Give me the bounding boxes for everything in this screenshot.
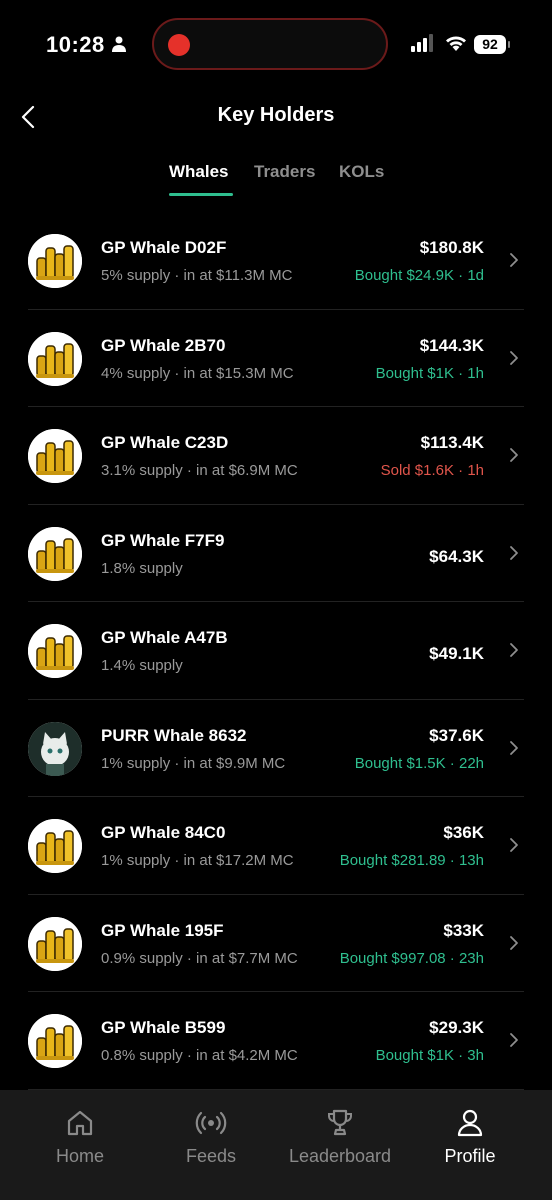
holder-activity: Bought $281.89 · 13h (339, 852, 484, 869)
cellular-signal-icon (411, 34, 433, 52)
gold-coins-icon (28, 429, 82, 483)
person-icon (112, 36, 126, 52)
wifi-icon (446, 36, 466, 51)
holder-name: GP Whale 195F (101, 920, 224, 940)
active-tab-indicator (169, 193, 233, 196)
holder-row[interactable]: PURR Whale 8632 1% supply · in at $9.9M … (0, 700, 552, 797)
tab-traders[interactable]: Traders (254, 162, 315, 182)
chevron-right-icon (510, 740, 518, 755)
holder-name: GP Whale A47B (101, 628, 228, 647)
holder-value: $33K (443, 920, 484, 940)
nav-leaderboard-label: Leaderboard (288, 1146, 392, 1166)
dynamic-island (152, 18, 388, 70)
holder-name: GP Whale 84C0 (101, 823, 226, 842)
chevron-right-icon (510, 643, 518, 657)
tab-whales[interactable]: Whales (169, 162, 229, 182)
holder-supply: 0.9% supply · in at $7.7M MC (101, 949, 298, 967)
gold-coins-icon (28, 819, 82, 873)
holder-activity: Bought $1.5K · 22h (354, 754, 484, 772)
holder-activity: Sold $1.6K · 1h (380, 462, 484, 479)
holder-value: $64.3K (429, 546, 484, 566)
gold-coins-icon (28, 234, 82, 288)
holder-supply: 3.1% supply · in at $6.9M MC (101, 462, 298, 479)
holder-activity: Bought $997.08 · 23h (339, 949, 484, 967)
holder-row[interactable]: GP Whale 195F 0.9% supply · in at $7.7M … (0, 895, 552, 992)
trophy-icon (328, 1109, 352, 1136)
holder-supply: 5% supply · in at $11.3M MC (101, 267, 293, 284)
gold-coins-icon (28, 526, 82, 581)
battery-indicator: 92 (474, 35, 510, 54)
holder-row[interactable]: GP Whale B599 0.8% supply · in at $4.2M … (0, 992, 552, 1090)
holder-name: PURR Whale 8632 (101, 725, 247, 745)
holder-value: $180.8K (419, 238, 484, 257)
nav-feeds-label: Feeds (185, 1146, 237, 1166)
status-time: 10:28 (46, 32, 105, 57)
holder-supply: 1.8% supply (101, 559, 183, 577)
gold-coins-icon (28, 1014, 82, 1068)
tab-kols[interactable]: KOLs (339, 162, 384, 182)
holder-row[interactable]: GP Whale 2B70 4% supply · in at $15.3M M… (0, 310, 552, 407)
holder-value: $113.4K (420, 433, 484, 452)
holder-row[interactable]: GP Whale C23D 3.1% supply · in at $6.9M … (0, 407, 552, 505)
bottom-nav: Home Feeds Leaderboard Profile (0, 1090, 552, 1200)
holder-name: GP Whale 2B70 (101, 335, 226, 355)
nav-profile-label: Profile (444, 1146, 496, 1166)
holder-name: GP Whale B599 (101, 1018, 226, 1037)
nav-home[interactable]: Home (11, 1090, 149, 1200)
gold-coins-icon (28, 916, 82, 971)
gold-coins-icon (28, 624, 82, 678)
broadcast-icon (195, 1111, 227, 1135)
nav-profile[interactable]: Profile (401, 1090, 539, 1200)
holder-supply: 0.8% supply · in at $4.2M MC (101, 1047, 298, 1064)
holder-value: $144.3K (419, 335, 484, 355)
chevron-right-icon (510, 253, 518, 267)
chevron-right-icon (510, 545, 518, 560)
holder-name: GP Whale D02F (101, 238, 227, 257)
holder-row[interactable]: GP Whale D02F 5% supply · in at $11.3M M… (0, 212, 552, 310)
holder-value: $49.1K (429, 644, 484, 663)
holder-value: $29.3K (429, 1018, 484, 1037)
holder-name: GP Whale F7F9 (101, 530, 225, 550)
holder-supply: 4% supply · in at $15.3M MC (101, 364, 294, 382)
page-title: Key Holders (217, 104, 335, 126)
chevron-right-icon (510, 838, 518, 852)
gold-coins-icon (28, 331, 82, 386)
cat-avatar-icon (28, 721, 82, 776)
chevron-right-icon (510, 350, 518, 365)
holder-activity: Bought $24.9K · 1d (354, 267, 484, 284)
home-icon (67, 1110, 93, 1136)
holder-list: GP Whale D02F 5% supply · in at $11.3M M… (0, 212, 552, 1090)
holder-activity: Bought $1K · 1h (375, 364, 484, 382)
holder-supply: 1% supply · in at $17.2M MC (101, 852, 294, 869)
chevron-right-icon (510, 1033, 518, 1047)
holder-supply: 1.4% supply (101, 657, 183, 674)
status-bar: 10:28 92 (0, 0, 552, 90)
holder-activity: Bought $1K · 3h (375, 1047, 484, 1064)
holder-value: $37.6K (429, 725, 484, 745)
holder-row[interactable]: GP Whale 84C0 1% supply · in at $17.2M M… (0, 797, 552, 895)
tab-bar: Whales Traders KOLs (0, 162, 552, 202)
holder-row[interactable]: GP Whale F7F9 1.8% supply $64.3K (0, 505, 552, 602)
holder-supply: 1% supply · in at $9.9M MC (101, 754, 286, 772)
chevron-right-icon (510, 448, 518, 462)
nav-feeds[interactable]: Feeds (142, 1090, 280, 1200)
chevron-right-icon (510, 935, 518, 950)
user-icon (457, 1109, 483, 1137)
holder-value: $36K (443, 823, 484, 842)
nav-leaderboard[interactable]: Leaderboard (271, 1090, 409, 1200)
nav-home-label: Home (55, 1146, 104, 1166)
holder-name: GP Whale C23D (101, 433, 229, 452)
recording-indicator-icon (168, 34, 190, 56)
holder-row[interactable]: GP Whale A47B 1.4% supply $49.1K (0, 602, 552, 700)
